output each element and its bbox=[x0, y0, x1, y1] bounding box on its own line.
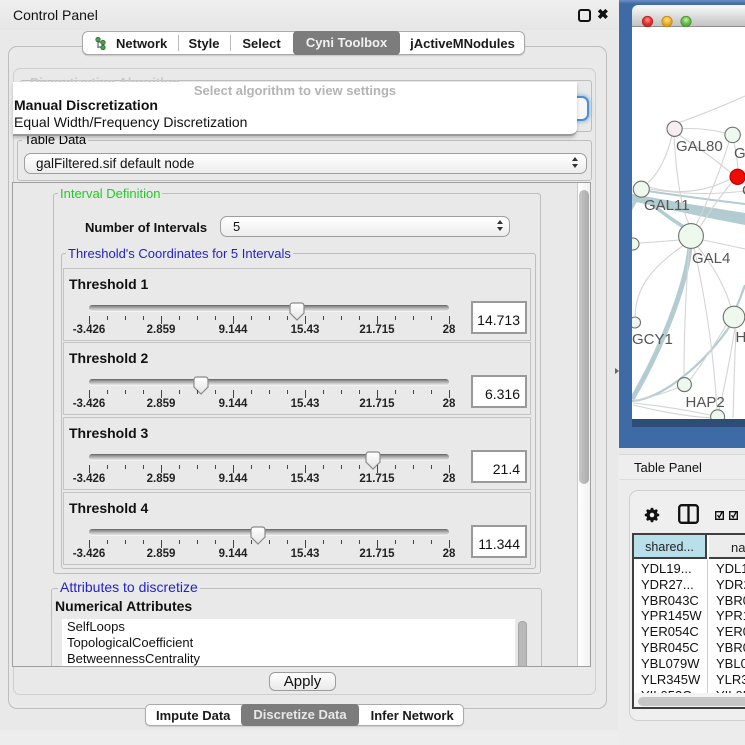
svg-text:GAL4: GAL4 bbox=[692, 250, 730, 267]
svg-text:GAL80: GAL80 bbox=[676, 138, 723, 155]
svg-text:HAP2: HAP2 bbox=[686, 394, 725, 411]
svg-text:GCY1: GCY1 bbox=[632, 331, 673, 348]
svg-text:GAL11: GAL11 bbox=[644, 197, 690, 214]
svg-text:H: H bbox=[736, 329, 745, 346]
svg-text:GA: GA bbox=[734, 145, 745, 162]
